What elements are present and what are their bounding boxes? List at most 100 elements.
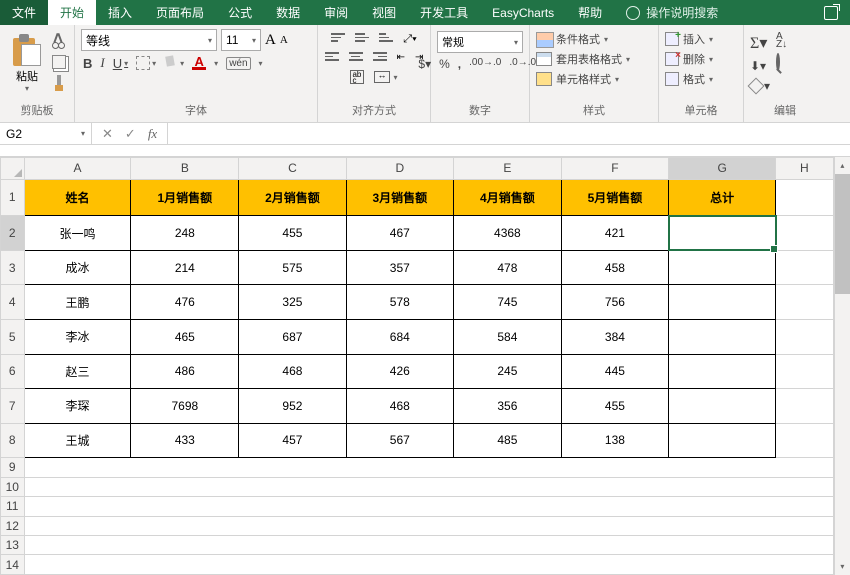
underline-button[interactable]: U▾ bbox=[113, 56, 128, 71]
align-left-button[interactable] bbox=[325, 52, 339, 64]
col-header-a[interactable]: A bbox=[24, 158, 131, 180]
row-header-9[interactable]: 9 bbox=[1, 458, 25, 477]
tab-developer[interactable]: 开发工具 bbox=[408, 0, 480, 25]
cell[interactable] bbox=[669, 389, 776, 424]
number-format-select[interactable]: 常规▾ bbox=[437, 31, 523, 53]
tab-help[interactable]: 帮助 bbox=[566, 0, 614, 25]
tab-page-layout[interactable]: 页面布局 bbox=[144, 0, 216, 25]
cell[interactable]: 575 bbox=[239, 250, 346, 285]
cell[interactable]: 421 bbox=[561, 216, 668, 251]
tell-me[interactable]: 操作说明搜索 bbox=[614, 0, 730, 25]
cell-name[interactable]: 王鹏 bbox=[24, 285, 131, 320]
cell[interactable] bbox=[24, 458, 833, 477]
cell-name[interactable]: 王城 bbox=[24, 423, 131, 458]
scrollbar-thumb[interactable] bbox=[835, 174, 850, 294]
header-mar[interactable]: 3月销售额 bbox=[346, 179, 453, 216]
cell[interactable]: 468 bbox=[346, 389, 453, 424]
row-header-5[interactable]: 5 bbox=[1, 320, 25, 355]
tab-view[interactable]: 视图 bbox=[360, 0, 408, 25]
cell[interactable]: 485 bbox=[454, 423, 562, 458]
wrap-text-button[interactable]: abc bbox=[350, 70, 364, 84]
col-header-h[interactable]: H bbox=[776, 158, 834, 180]
cell[interactable] bbox=[669, 354, 776, 389]
cell[interactable] bbox=[776, 250, 834, 285]
col-header-d[interactable]: D bbox=[346, 158, 453, 180]
merge-center-button[interactable]: ▾ bbox=[374, 70, 397, 84]
cell[interactable] bbox=[24, 516, 833, 535]
header-total[interactable]: 总计 bbox=[669, 179, 776, 216]
cell[interactable]: 248 bbox=[131, 216, 239, 251]
cell[interactable] bbox=[776, 354, 834, 389]
enter-formula-button[interactable]: ✓ bbox=[125, 126, 136, 142]
cell[interactable]: 455 bbox=[561, 389, 668, 424]
cell[interactable] bbox=[776, 179, 834, 216]
col-header-f[interactable]: F bbox=[561, 158, 668, 180]
row-header-14[interactable]: 14 bbox=[1, 555, 25, 575]
cell[interactable]: 455 bbox=[239, 216, 346, 251]
accounting-format-button[interactable]: $▾ bbox=[418, 57, 431, 71]
sort-filter-button[interactable]: AZ↓ bbox=[776, 33, 787, 49]
share-button[interactable] bbox=[812, 0, 850, 25]
cell[interactable] bbox=[776, 389, 834, 424]
cell[interactable] bbox=[776, 320, 834, 355]
row-header-11[interactable]: 11 bbox=[1, 497, 25, 516]
paste-button[interactable]: 粘贴 ▾ bbox=[6, 29, 48, 95]
row-header-10[interactable]: 10 bbox=[1, 477, 25, 496]
cell-name[interactable]: 赵三 bbox=[24, 354, 131, 389]
font-name-select[interactable]: 等线▾ bbox=[81, 29, 217, 51]
row-header-2[interactable]: 2 bbox=[1, 216, 25, 251]
tab-home[interactable]: 开始 bbox=[48, 0, 96, 25]
cell[interactable]: 486 bbox=[131, 354, 239, 389]
cell[interactable] bbox=[24, 555, 833, 575]
row-header-6[interactable]: 6 bbox=[1, 354, 25, 389]
cell[interactable]: 245 bbox=[454, 354, 562, 389]
orientation-button[interactable]: ⤢▾ bbox=[403, 33, 416, 46]
row-header-7[interactable]: 7 bbox=[1, 389, 25, 424]
row-header-13[interactable]: 13 bbox=[1, 536, 25, 555]
row-header-1[interactable]: 1 bbox=[1, 179, 25, 216]
conditional-format-button[interactable]: 条件格式▾ bbox=[536, 31, 652, 47]
cell[interactable]: 214 bbox=[131, 250, 239, 285]
cell-name[interactable]: 李琛 bbox=[24, 389, 131, 424]
col-header-c[interactable]: C bbox=[239, 158, 346, 180]
cell[interactable]: 578 bbox=[346, 285, 453, 320]
name-box[interactable]: G2▾ bbox=[0, 123, 92, 144]
comma-format-button[interactable] bbox=[458, 57, 461, 71]
header-jan[interactable]: 1月销售额 bbox=[131, 179, 239, 216]
format-painter-button[interactable] bbox=[52, 75, 68, 91]
increase-font-button[interactable]: A bbox=[265, 32, 276, 49]
cell[interactable] bbox=[24, 477, 833, 496]
bold-button[interactable]: B bbox=[83, 56, 92, 71]
cell[interactable] bbox=[776, 285, 834, 320]
cell[interactable]: 468 bbox=[239, 354, 346, 389]
align-center-button[interactable] bbox=[349, 52, 363, 64]
cell-name[interactable]: 张一鸣 bbox=[24, 216, 131, 251]
spreadsheet-grid[interactable]: A B C D E F G H 1 姓名 1月销售额 2月销售额 3月销售额 4… bbox=[0, 157, 834, 575]
header-name[interactable]: 姓名 bbox=[24, 179, 131, 216]
font-size-select[interactable]: 11▾ bbox=[221, 29, 261, 51]
tab-data[interactable]: 数据 bbox=[264, 0, 312, 25]
delete-cells-button[interactable]: 删除▾ bbox=[665, 51, 737, 67]
cell[interactable]: 465 bbox=[131, 320, 239, 355]
cell[interactable]: 7698 bbox=[131, 389, 239, 424]
cell[interactable]: 433 bbox=[131, 423, 239, 458]
cell[interactable]: 745 bbox=[454, 285, 562, 320]
header-feb[interactable]: 2月销售额 bbox=[239, 179, 346, 216]
header-apr[interactable]: 4月销售额 bbox=[454, 179, 562, 216]
vertical-scrollbar[interactable]: ▴ ▾ bbox=[834, 157, 850, 575]
cell[interactable]: 684 bbox=[346, 320, 453, 355]
cell[interactable] bbox=[776, 423, 834, 458]
increase-decimal-button[interactable]: .00→.0 bbox=[469, 57, 501, 71]
select-all-corner[interactable] bbox=[1, 158, 25, 180]
phonetic-guide-button[interactable]: wén bbox=[226, 57, 250, 70]
tab-easycharts[interactable]: EasyCharts bbox=[480, 0, 566, 25]
cell[interactable]: 467 bbox=[346, 216, 453, 251]
find-select-button[interactable] bbox=[776, 55, 787, 69]
insert-function-button[interactable]: fx bbox=[148, 126, 157, 142]
cell[interactable] bbox=[24, 497, 833, 516]
cell[interactable]: 584 bbox=[454, 320, 562, 355]
cell[interactable]: 952 bbox=[239, 389, 346, 424]
cell[interactable]: 4368 bbox=[454, 216, 562, 251]
row-header-4[interactable]: 4 bbox=[1, 285, 25, 320]
decrease-font-button[interactable]: A bbox=[280, 34, 288, 46]
